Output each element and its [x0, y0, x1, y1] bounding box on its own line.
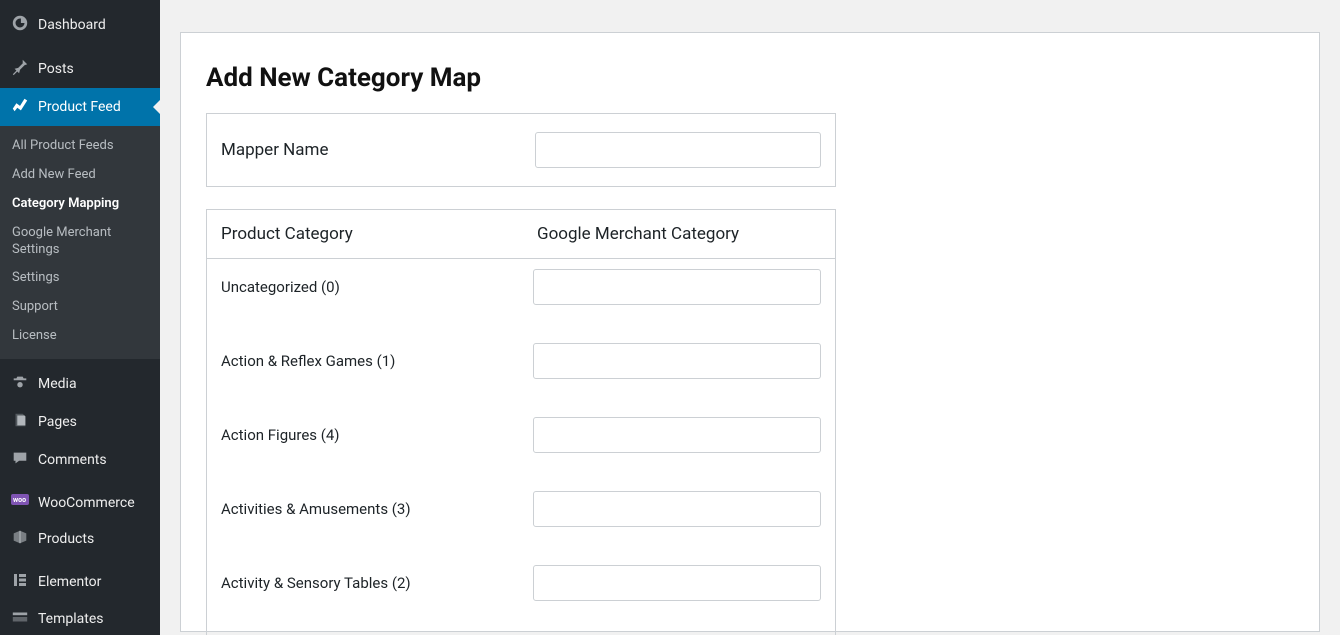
menu-item-elementor[interactable]: Elementor — [0, 564, 160, 600]
category-label: Uncategorized (0) — [221, 278, 533, 296]
menu-label: Products — [38, 531, 94, 547]
category-map-table: Product Category Google Merchant Categor… — [206, 209, 836, 635]
products-icon — [10, 528, 30, 550]
menu-label: WooCommerce — [38, 495, 135, 511]
menu-item-woocommerce[interactable]: woo WooCommerce — [0, 485, 160, 520]
google-category-input[interactable] — [533, 565, 821, 601]
templates-icon — [10, 608, 30, 630]
google-category-input[interactable] — [533, 269, 821, 305]
admin-sidebar: Dashboard Posts Product Feed All Product… — [0, 0, 160, 635]
table-header: Product Category Google Merchant Categor… — [207, 210, 835, 259]
chart-icon — [10, 96, 30, 118]
content-panel: Add New Category Map Mapper Name Product… — [180, 32, 1320, 632]
elementor-icon — [10, 572, 30, 592]
submenu-product-feed: All Product Feeds Add New Feed Category … — [0, 126, 160, 359]
table-row: Uncategorized (0) — [207, 259, 835, 315]
menu-label: Posts — [38, 61, 74, 77]
menu-item-product-feed[interactable]: Product Feed — [0, 88, 160, 126]
mapper-name-input[interactable] — [535, 132, 821, 168]
menu-item-pages[interactable]: Pages — [0, 403, 160, 441]
pages-icon — [10, 411, 30, 433]
mapper-name-label: Mapper Name — [221, 140, 525, 160]
menu-item-dashboard[interactable]: Dashboard — [0, 6, 160, 44]
category-label: Activity & Sensory Tables (2) — [221, 574, 533, 592]
header-product-category: Product Category — [221, 224, 537, 244]
table-row: Activity & Sensory Tables (2) — [207, 555, 835, 611]
menu-label: Product Feed — [38, 99, 121, 115]
menu-label: Dashboard — [38, 17, 106, 33]
table-row: Activities & Amusements (3) — [207, 481, 835, 537]
menu-item-comments[interactable]: Comments — [0, 441, 160, 479]
media-icon — [10, 373, 30, 395]
comments-icon — [10, 449, 30, 471]
pin-icon — [10, 58, 30, 80]
menu-label: Elementor — [38, 574, 101, 590]
dashboard-icon — [10, 14, 30, 36]
page-title: Add New Category Map — [206, 63, 1294, 93]
submenu-google-merchant-settings[interactable]: Google Merchant Settings — [0, 219, 160, 265]
google-category-input[interactable] — [533, 417, 821, 453]
table-row: Alarm Clocks (2) — [207, 629, 835, 635]
menu-item-media[interactable]: Media — [0, 365, 160, 403]
menu-label: Templates — [38, 611, 104, 627]
mapper-name-row: Mapper Name — [206, 113, 836, 187]
header-google-category: Google Merchant Category — [537, 224, 821, 244]
submenu-settings[interactable]: Settings — [0, 264, 160, 293]
table-row: Action Figures (4) — [207, 407, 835, 463]
woo-icon: woo — [10, 493, 30, 512]
google-category-input[interactable] — [533, 343, 821, 379]
main-content: Add New Category Map Mapper Name Product… — [160, 0, 1340, 635]
submenu-add-new-feed[interactable]: Add New Feed — [0, 161, 160, 190]
menu-item-products[interactable]: Products — [0, 520, 160, 558]
menu-label: Pages — [38, 414, 77, 430]
table-row: Action & Reflex Games (1) — [207, 333, 835, 389]
category-label: Action & Reflex Games (1) — [221, 352, 533, 370]
category-label: Activities & Amusements (3) — [221, 500, 533, 518]
submenu-support[interactable]: Support — [0, 293, 160, 322]
menu-label: Media — [38, 376, 77, 392]
submenu-category-mapping[interactable]: Category Mapping — [0, 190, 160, 219]
submenu-license[interactable]: License — [0, 322, 160, 351]
category-label: Action Figures (4) — [221, 426, 533, 444]
google-category-input[interactable] — [533, 491, 821, 527]
svg-text:woo: woo — [13, 496, 26, 504]
submenu-all-feeds[interactable]: All Product Feeds — [0, 132, 160, 161]
menu-item-posts[interactable]: Posts — [0, 50, 160, 88]
menu-item-templates[interactable]: Templates — [0, 600, 160, 635]
menu-label: Comments — [38, 452, 107, 468]
